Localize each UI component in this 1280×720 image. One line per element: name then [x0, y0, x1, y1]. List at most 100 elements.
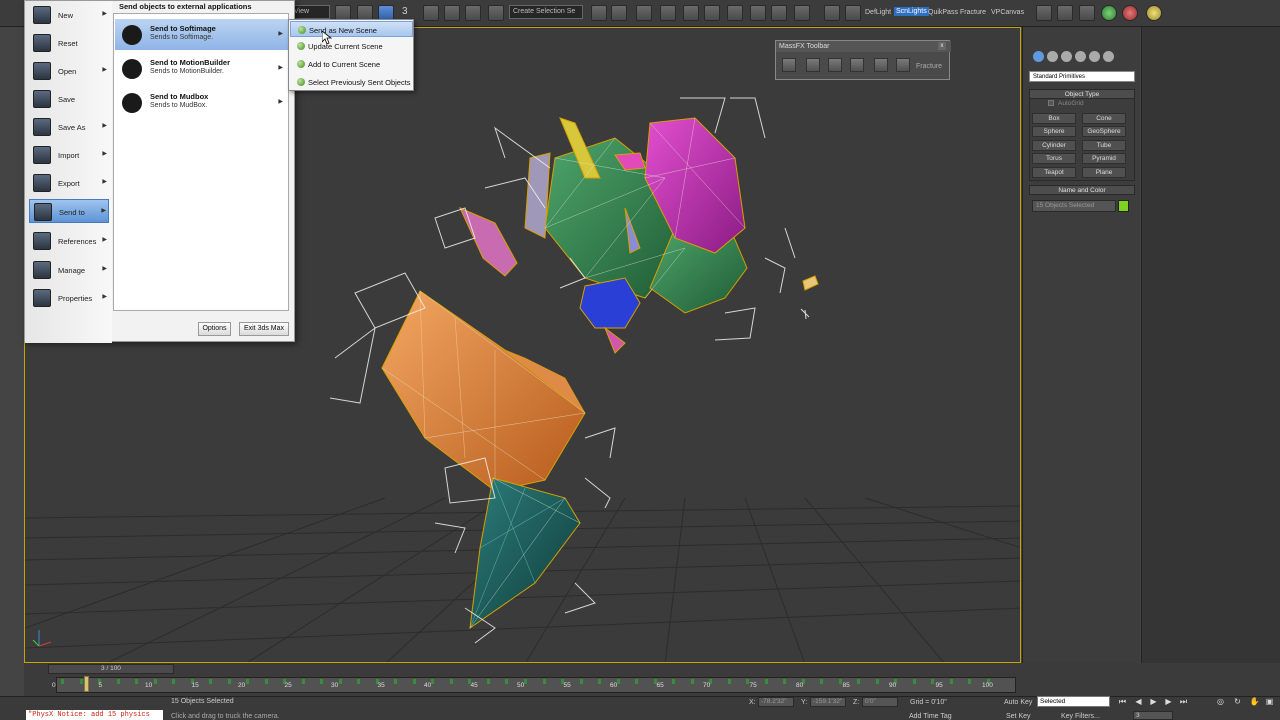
key-marker[interactable] — [320, 679, 324, 684]
box-button[interactable]: Box — [1032, 113, 1076, 124]
key-marker[interactable] — [338, 679, 342, 684]
key-marker[interactable] — [227, 679, 231, 684]
vpcanvas-button[interactable]: VPCanvas — [991, 9, 1024, 16]
menu-references[interactable]: References ▶ — [29, 229, 109, 253]
quikpass-button[interactable]: QuikPass — [928, 9, 958, 16]
orange-fragment[interactable] — [381, 290, 586, 492]
rendered-frame-icon[interactable] — [771, 5, 787, 21]
key-marker[interactable] — [357, 679, 361, 684]
key-marker[interactable] — [209, 679, 213, 684]
fracture-button[interactable]: Fracture — [960, 9, 986, 16]
key-marker[interactable] — [857, 679, 861, 684]
object-color-swatch[interactable] — [1118, 200, 1129, 212]
update-current-scene[interactable]: Update Current Scene — [290, 38, 413, 54]
table-icon[interactable] — [1057, 5, 1073, 21]
selection-set-combo[interactable]: Create Selection Se — [509, 5, 583, 19]
autogrid-checkbox[interactable]: AutoGrid — [1048, 100, 1108, 107]
autogrid-box[interactable] — [1048, 100, 1054, 107]
grid-icon[interactable] — [1036, 5, 1052, 21]
time-slider[interactable]: 3 / 100 — [48, 664, 174, 674]
select-previously-sent[interactable]: Select Previously Sent Objects — [290, 74, 413, 90]
close-icon[interactable]: x — [938, 42, 946, 50]
cylinder-button[interactable]: Cylinder — [1032, 140, 1076, 151]
key-marker[interactable] — [727, 679, 731, 684]
key-marker[interactable] — [79, 679, 83, 684]
plane-button[interactable]: Plane — [1082, 167, 1126, 178]
key-marker[interactable] — [301, 679, 305, 684]
key-marker[interactable] — [505, 679, 509, 684]
scnlights-button[interactable]: ScnLights — [894, 7, 929, 16]
key-marker[interactable] — [153, 679, 157, 684]
array-icon[interactable] — [1079, 5, 1095, 21]
send-to-motionbuilder[interactable]: Send to MotionBuilder Sends to MotionBui… — [115, 53, 288, 84]
add-time-tag[interactable]: Add Time Tag — [909, 713, 952, 720]
curve-editor-icon[interactable] — [683, 5, 699, 21]
mirror-icon[interactable] — [591, 5, 607, 21]
zoom-icon[interactable]: ◎ — [1215, 697, 1226, 707]
menu-new[interactable]: New ▶ — [29, 3, 109, 27]
key-marker[interactable] — [264, 679, 268, 684]
menu-properties[interactable]: Properties ▶ — [29, 286, 109, 310]
x-coord-field[interactable]: -78.2'32" — [758, 697, 794, 707]
key-marker[interactable] — [412, 679, 416, 684]
massfx-title[interactable]: MassFX Toolbar — [776, 41, 951, 52]
schematic-icon[interactable] — [704, 5, 720, 21]
key-marker[interactable] — [875, 679, 879, 684]
key-marker[interactable] — [61, 679, 64, 684]
options-button[interactable]: Options — [198, 322, 231, 336]
key-marker[interactable] — [449, 679, 453, 684]
z-coord-field[interactable]: 0'0" — [862, 697, 898, 707]
key-marker[interactable] — [838, 679, 842, 684]
key-marker[interactable] — [820, 679, 824, 684]
playhead[interactable] — [83, 676, 89, 692]
key-marker[interactable] — [783, 679, 787, 684]
constraint-icon[interactable] — [850, 58, 864, 72]
y-coord-field[interactable]: -159.1'32" — [810, 697, 846, 707]
create-tab-icon[interactable] — [1033, 51, 1044, 62]
key-marker[interactable] — [672, 679, 676, 684]
key-marker[interactable] — [524, 679, 527, 684]
hierarchy-tab-icon[interactable] — [1061, 51, 1072, 62]
play-icon[interactable] — [1101, 5, 1117, 21]
name-color-rollout[interactable]: Name and Color — [1029, 185, 1135, 195]
menu-import[interactable]: Import ▶ — [29, 143, 109, 167]
key-marker[interactable] — [394, 679, 398, 684]
massfx-fracture-label[interactable]: Fracture — [916, 63, 942, 70]
key-marker[interactable] — [135, 679, 139, 684]
torus-button[interactable]: Torus — [1032, 153, 1076, 164]
key-filters-button[interactable]: Key Filters... — [1061, 713, 1100, 720]
menu-save-as[interactable]: Save As ▶ — [29, 115, 109, 139]
go-to-start-icon[interactable]: ⏮ — [1117, 697, 1128, 707]
primitive-type-select[interactable]: Standard Primitives — [1029, 71, 1135, 82]
rigid-body-icon[interactable] — [806, 58, 820, 72]
light-object[interactable] — [800, 308, 810, 320]
percent-snap-icon[interactable] — [444, 5, 460, 21]
cloth-icon[interactable] — [828, 58, 842, 72]
key-marker[interactable] — [912, 679, 916, 684]
key-marker[interactable] — [690, 679, 694, 684]
geosphere-button[interactable]: GeoSphere — [1082, 126, 1126, 137]
key-marker[interactable] — [246, 679, 250, 684]
key-marker[interactable] — [116, 679, 120, 684]
settings-icon[interactable] — [1146, 5, 1162, 21]
orbit-icon[interactable]: ↻ — [1232, 697, 1243, 707]
material-editor-icon[interactable] — [727, 5, 743, 21]
modify-tab-icon[interactable] — [1047, 51, 1058, 62]
auto-key-button[interactable]: Auto Key — [1004, 699, 1032, 706]
maximize-viewport-icon[interactable]: ▣ — [1264, 697, 1275, 707]
key-marker[interactable] — [598, 679, 602, 684]
workspace-icon[interactable] — [845, 5, 861, 21]
key-marker[interactable] — [949, 679, 953, 684]
menu-reset[interactable]: Reset — [29, 31, 109, 55]
named-selection-icon[interactable] — [488, 5, 504, 21]
send-as-new-scene[interactable]: Send as New Scene — [290, 21, 413, 37]
render-setup-icon[interactable] — [750, 5, 766, 21]
spinner-snap-icon[interactable] — [465, 5, 481, 21]
exit-button[interactable]: Exit 3ds Max — [239, 322, 289, 336]
reset-sim-icon[interactable] — [874, 58, 888, 72]
key-marker[interactable] — [542, 679, 546, 684]
key-marker[interactable] — [486, 679, 490, 684]
menu-export[interactable]: Export ▶ — [29, 171, 109, 195]
utilities-tab-icon[interactable] — [1103, 51, 1114, 62]
object-type-rollout[interactable]: Object Type — [1029, 89, 1135, 99]
